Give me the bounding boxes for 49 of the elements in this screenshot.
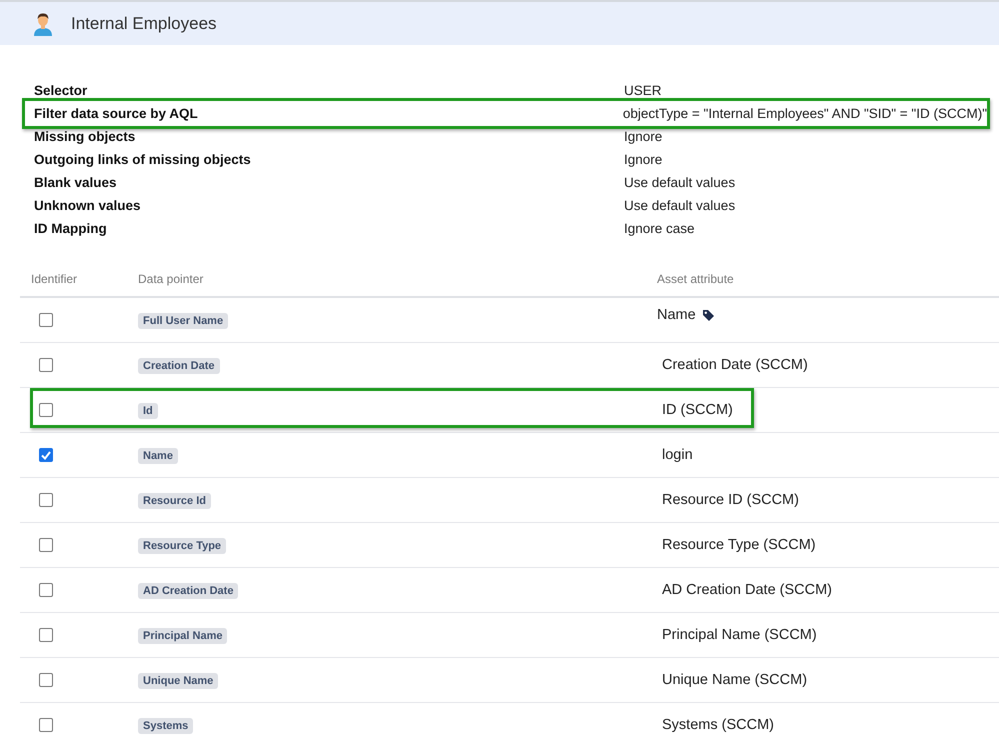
- user-icon: [33, 12, 53, 36]
- column-header: Identifier: [30, 272, 78, 286]
- property-value: Use default values: [624, 175, 736, 190]
- property-value: USER: [624, 83, 662, 98]
- property-value: Ignore: [624, 129, 662, 144]
- asset-attribute: Name: [657, 307, 696, 323]
- data-pointer-tag: AD Creation Date: [138, 583, 238, 599]
- column-header: Data pointer: [138, 272, 204, 286]
- checkbox[interactable]: [39, 673, 53, 687]
- column-header: Asset attribute: [657, 272, 734, 286]
- asset-attribute: login: [662, 447, 693, 463]
- data-pointer-tag: Name: [138, 448, 178, 464]
- asset-attribute: Resource Type (SCCM): [662, 537, 816, 553]
- checkbox[interactable]: [39, 358, 53, 372]
- checkbox[interactable]: [39, 583, 53, 597]
- data-pointer-tag: Resource Id: [138, 493, 211, 509]
- property-value: objectType = "Internal Employees" AND "SID" = "ID (SCCM)": [622, 106, 987, 121]
- property-label: Unknown values: [34, 198, 142, 213]
- asset-attribute: AD Creation Date (SCCM): [662, 582, 832, 598]
- property-label: Selector: [34, 83, 88, 98]
- property-value: Ignore case: [624, 221, 695, 236]
- data-pointer-tag: Creation Date: [138, 358, 220, 374]
- asset-attribute: Resource ID (SCCM): [662, 492, 799, 508]
- asset-attribute: ID (SCCM): [662, 402, 733, 418]
- property-label: ID Mapping: [34, 221, 108, 236]
- asset-attribute: Systems (SCCM): [662, 717, 774, 733]
- data-pointer-tag: Id: [138, 403, 158, 419]
- asset-attribute: Unique Name (SCCM): [662, 672, 808, 688]
- checkbox[interactable]: [39, 493, 53, 507]
- property-label: Missing objects: [34, 129, 136, 144]
- property-value: Use default values: [624, 198, 736, 213]
- checkbox[interactable]: [39, 403, 53, 417]
- page-title: Internal Employees: [71, 14, 217, 34]
- checkbox[interactable]: [39, 538, 53, 552]
- checkbox[interactable]: [39, 313, 53, 327]
- checkbox[interactable]: [39, 628, 53, 642]
- data-pointer-tag: Full User Name: [138, 313, 228, 329]
- asset-attribute: Principal Name (SCCM): [662, 627, 817, 643]
- property-label: Blank values: [34, 175, 118, 190]
- property-label: Filter data source by AQL: [34, 106, 199, 121]
- property-label: Outgoing links of missing objects: [34, 152, 252, 167]
- checkbox[interactable]: [39, 718, 53, 732]
- asset-attribute: Creation Date (SCCM): [662, 357, 808, 373]
- data-pointer-tag: Resource Type: [138, 538, 226, 554]
- data-pointer-tag: Principal Name: [138, 628, 228, 644]
- data-pointer-tag: Unique Name: [138, 673, 218, 689]
- data-pointer-tag: Systems: [138, 718, 194, 734]
- checkbox[interactable]: [39, 448, 53, 462]
- property-value: Ignore: [624, 152, 662, 167]
